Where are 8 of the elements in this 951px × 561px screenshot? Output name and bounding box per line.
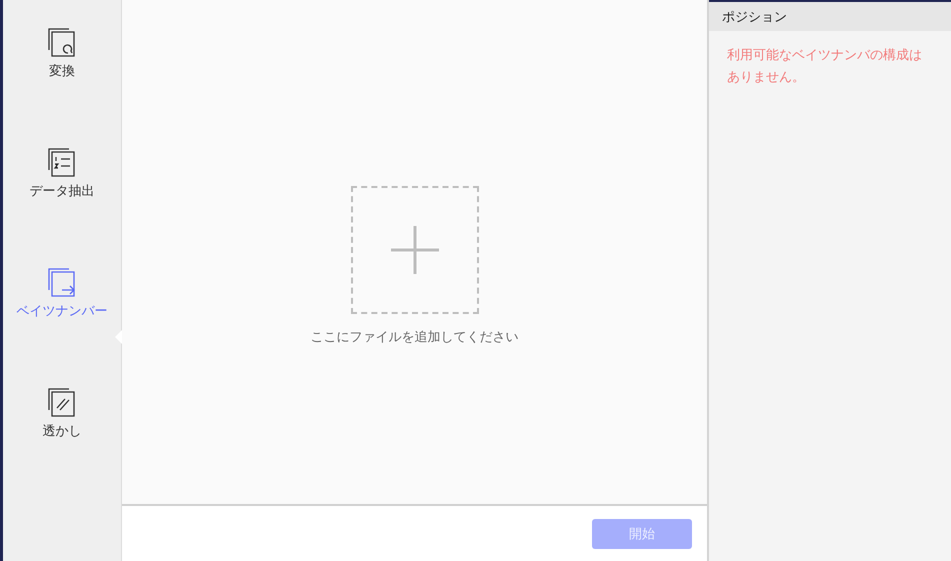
panel-title: ポジション — [722, 8, 787, 26]
drop-hint: ここにファイルを追加してください — [310, 329, 518, 346]
sidebar-item[interactable]: 変換 — [3, 26, 121, 146]
plus-icon — [390, 226, 438, 274]
add-file-box[interactable] — [350, 186, 478, 314]
sidebar-item[interactable]: データ抽出 — [3, 146, 121, 266]
empty-message: 利用可能なベイツナンバの構成はありません。 — [727, 47, 923, 87]
sidebar-item[interactable]: 透かし — [3, 386, 121, 506]
